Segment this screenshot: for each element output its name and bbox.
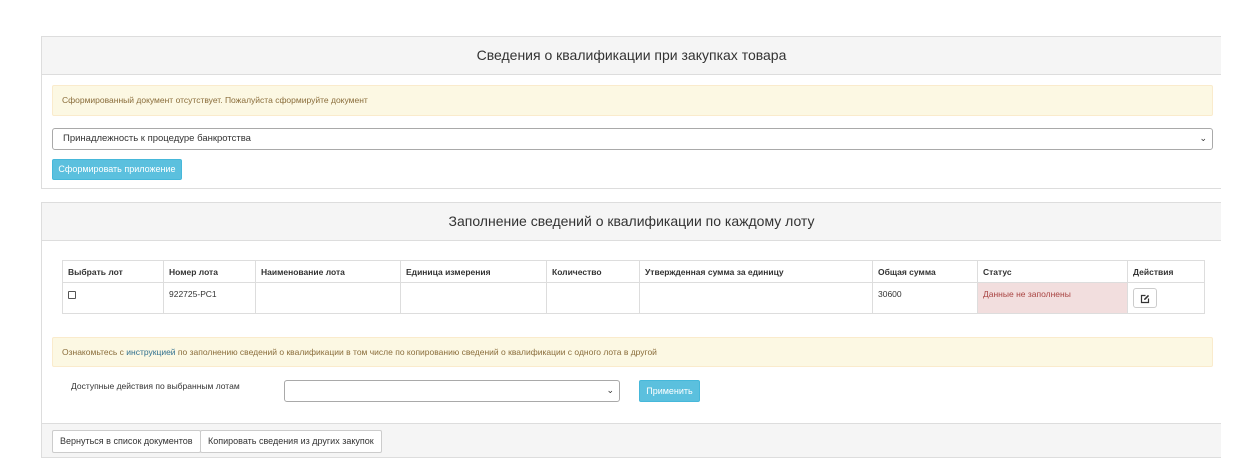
column-header: Выбрать лот bbox=[62, 260, 164, 283]
column-header: Единица измерения bbox=[400, 260, 547, 283]
column-header: Количество bbox=[546, 260, 640, 283]
panel-footer: Вернуться в список документов Копировать… bbox=[42, 423, 1221, 457]
column-header: Утвержденная сумма за единицу bbox=[639, 260, 873, 283]
bankruptcy-select[interactable]: Принадлежность к процедуре банкротства ⌄ bbox=[52, 128, 1213, 150]
unit-price-cell bbox=[639, 282, 873, 314]
column-header: Действия bbox=[1127, 260, 1205, 283]
bankruptcy-select-value: Принадлежность к процедуре банкротства bbox=[63, 133, 251, 144]
table-header-row: Выбрать лот Номер лота Наименование лота… bbox=[62, 260, 1205, 283]
select-lot-cell bbox=[62, 282, 164, 314]
edit-icon bbox=[1140, 294, 1150, 303]
copy-from-other-purchases-button[interactable]: Копировать сведения из других закупок bbox=[200, 430, 382, 453]
instruction-alert: Ознакомьтесь с инструкцией по заполнению… bbox=[52, 337, 1213, 367]
instruction-suffix: по заполнению сведений о квалификации в … bbox=[175, 347, 657, 357]
unit-cell bbox=[400, 282, 547, 314]
instruction-prefix: Ознакомьтесь с bbox=[62, 347, 127, 357]
status-cell: Данные не заполнены bbox=[977, 282, 1128, 314]
instruction-link[interactable]: инструкцией bbox=[126, 347, 175, 357]
select-lot-checkbox[interactable] bbox=[68, 291, 76, 299]
actions-cell bbox=[1127, 282, 1205, 314]
missing-document-alert: Сформированный документ отсутствует. Пож… bbox=[52, 85, 1213, 116]
qualification-panel-title: Сведения о квалификации при закупках тов… bbox=[42, 37, 1221, 75]
missing-document-alert-text: Сформированный документ отсутствует. Пож… bbox=[62, 95, 368, 105]
column-header: Наименование лота bbox=[255, 260, 401, 283]
column-header: Статус bbox=[977, 260, 1128, 283]
table-row: 922725-РС1 30600 Данные не заполнены bbox=[62, 282, 1205, 314]
quantity-cell bbox=[546, 282, 640, 314]
lots-panel: Заполнение сведений о квалификации по ка… bbox=[41, 202, 1221, 458]
generate-appendix-button[interactable]: Сформировать приложение bbox=[52, 159, 182, 180]
lot-number-cell: 922725-РС1 bbox=[163, 282, 256, 314]
actions-select[interactable]: ⌄ bbox=[284, 380, 620, 402]
back-to-documents-button[interactable]: Вернуться в список документов bbox=[52, 430, 201, 453]
lot-name-cell bbox=[255, 282, 401, 314]
chevron-down-icon: ⌄ bbox=[606, 386, 614, 396]
column-header: Номер лота bbox=[163, 260, 256, 283]
qualification-panel: Сведения о квалификации при закупках тов… bbox=[41, 36, 1221, 189]
apply-button[interactable]: Применить bbox=[639, 380, 700, 402]
column-header: Общая сумма bbox=[872, 260, 978, 283]
lots-panel-title: Заполнение сведений о квалификации по ка… bbox=[42, 203, 1221, 241]
chevron-down-icon: ⌄ bbox=[1199, 134, 1207, 144]
actions-label: Доступные действия по выбранным лотам bbox=[71, 381, 240, 391]
lots-table: Выбрать лот Номер лота Наименование лота… bbox=[62, 260, 1205, 314]
edit-lot-button[interactable] bbox=[1133, 288, 1157, 308]
total-cell: 30600 bbox=[872, 282, 978, 314]
